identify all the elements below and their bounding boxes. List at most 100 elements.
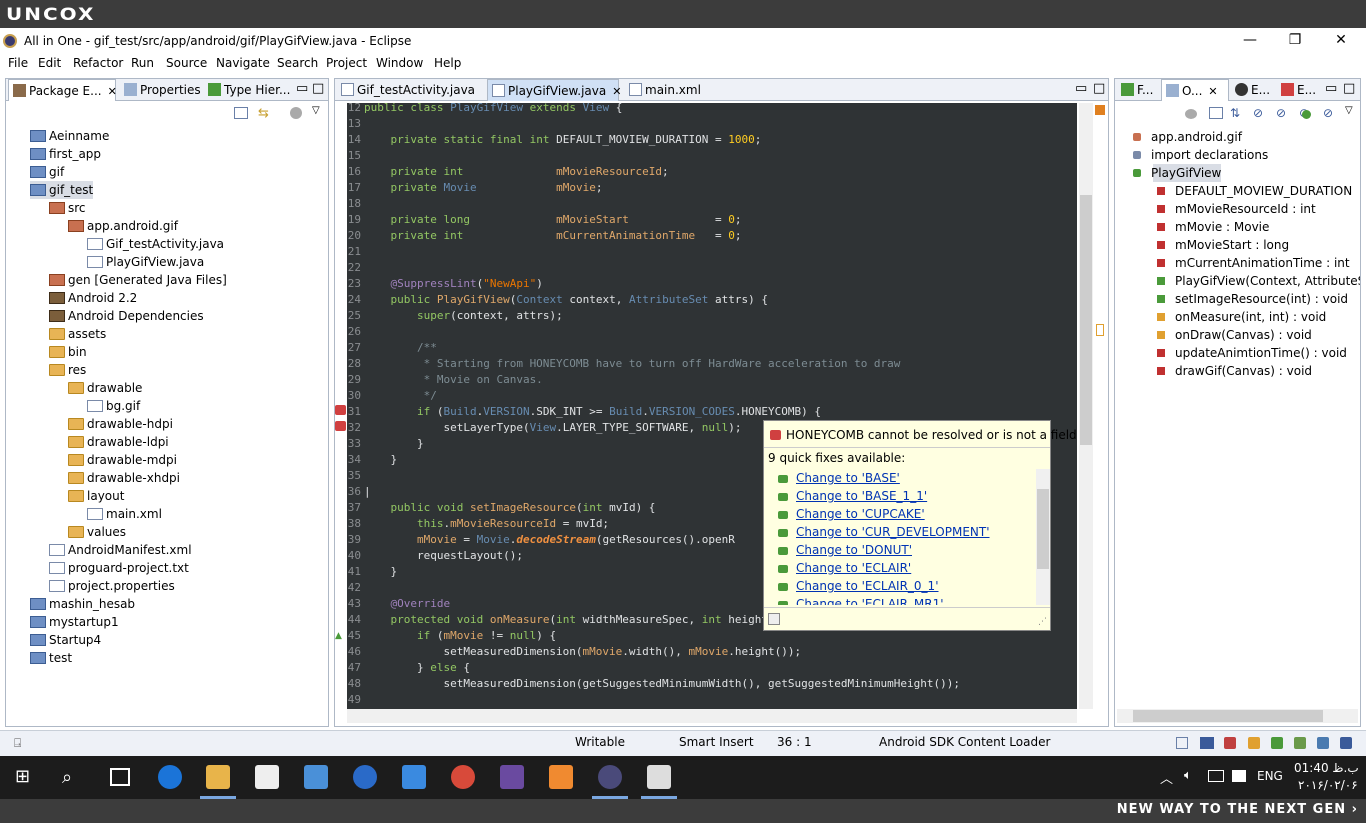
menu-source[interactable]: Source [166,56,207,70]
outline-item[interactable]: onMeasure(int, int) : void [1157,308,1326,326]
code-line[interactable]: } [364,453,397,466]
minimize-view-icon[interactable]: ▭ [296,81,308,96]
tree-item[interactable]: bin [49,343,87,361]
error-marker-icon[interactable] [335,405,346,415]
outline-item[interactable]: mMovieStart : long [1157,236,1289,254]
code-line[interactable]: | [364,485,371,498]
tree-item[interactable]: assets [49,325,106,343]
code-line[interactable]: mMovie = Movie.decodeStream(getResources… [364,533,735,546]
edge-icon[interactable] [158,765,182,789]
tab-f[interactable]: F... [1117,79,1157,101]
close-icon[interactable]: ✕ [1208,85,1217,98]
tab-outline[interactable]: O... ✕ [1161,79,1229,101]
tree-item[interactable]: mystartup1 [30,613,119,631]
outline-item[interactable]: app.android.gif [1133,128,1242,146]
overview-ruler-marker[interactable] [1096,324,1104,336]
outline-item[interactable]: setImageResource(int) : void [1157,290,1348,308]
tree-item[interactable]: project.properties [49,577,175,595]
tree-item[interactable]: proguard-project.txt [49,559,189,577]
tree-item[interactable]: drawable-hdpi [68,415,173,433]
outline-item[interactable]: updateAnimtionTime() : void [1157,344,1347,362]
quick-fix-item[interactable]: Change to 'BASE_1_1' [796,489,927,503]
network-icon[interactable] [1208,770,1224,782]
code-line[interactable]: requestLayout(); [364,549,523,562]
outline-hscrollbar[interactable] [1117,709,1358,723]
code-line[interactable]: this.mMovieResourceId = mvId; [364,517,609,530]
shopping-app-icon[interactable] [549,765,573,789]
outline-item[interactable]: DEFAULT_MOVIEW_DURATION [1157,182,1352,200]
hide-static-icon[interactable]: ⊘ [1276,106,1286,120]
tree-item[interactable]: drawable-ldpi [68,433,169,451]
code-line[interactable]: * Movie on Canvas. [364,373,543,386]
toolbar-icon[interactable] [1340,737,1352,749]
code-line[interactable]: private Movie mMovie; [364,181,603,194]
quick-fix-item[interactable]: Change to 'CUR_DEVELOPMENT' [796,525,990,539]
windows-start-icon[interactable]: ⊞ [15,768,30,786]
tree-item[interactable]: Aeinname [30,127,109,145]
quick-fix-item[interactable]: Change to 'ECLAIR' [796,561,911,575]
code-line[interactable]: private int mMovieResourceId; [364,165,669,178]
menu-window[interactable]: Window [376,56,423,70]
menu-navigate[interactable]: Navigate [216,56,270,70]
scroll-thumb[interactable] [1080,195,1092,445]
code-line[interactable]: } [364,437,424,450]
tab-main-xml[interactable]: main.xml [625,79,713,101]
tree-item[interactable]: gen [Generated Java Files] [49,271,227,289]
fast-view-icon[interactable]: ⍈ [14,736,21,751]
toolbar-icon[interactable] [1248,737,1260,749]
toolbar-icon[interactable] [1294,737,1306,749]
toolbar-icon[interactable] [1224,737,1236,749]
sort-icon[interactable]: ⇅ [1230,106,1240,120]
public-filter-icon[interactable] [1302,110,1311,119]
tab-type-hierarchy[interactable]: Type Hier... [204,79,290,101]
menu-project[interactable]: Project [326,56,367,70]
restore-button[interactable]: ❐ [1287,32,1303,48]
close-icon[interactable]: ✕ [108,85,117,98]
tab-gif-testactivity[interactable]: Gif_testActivity.java [337,79,485,101]
minimize-button[interactable]: — [1242,32,1258,48]
code-line[interactable]: /** [364,341,437,354]
network-app-icon[interactable] [353,765,377,789]
language-indicator[interactable]: ENG [1257,769,1283,783]
menu-file[interactable]: File [8,56,28,70]
tab-properties[interactable]: Properties [120,79,204,101]
editor-hscrollbar[interactable] [347,709,1077,723]
tree-item[interactable]: first_app [30,145,101,163]
collapse-all-icon[interactable] [1209,107,1223,119]
code-line[interactable]: setMeasuredDimension(mMovie.width(), mMo… [364,645,801,658]
store-icon[interactable] [255,765,279,789]
eclipse-taskbar-icon[interactable] [598,765,622,789]
search-icon[interactable]: ⌕ [62,767,72,788]
tree-item[interactable]: mashin_hesab [30,595,135,613]
quick-fix-scrollbar[interactable] [1036,469,1050,605]
resize-grip-icon[interactable]: ⋰ [1038,617,1047,627]
quickfix-preview-icon[interactable] [768,613,780,625]
link-with-editor-icon[interactable]: ⇆ [258,106,269,121]
quick-fix-item[interactable]: Change to 'BASE' [796,471,900,485]
quick-fix-item[interactable]: Change to 'ECLAIR_0_1' [796,579,939,593]
tree-item[interactable]: Startup4 [30,631,101,649]
code-line[interactable]: public PlayGifView(Context context, Attr… [364,293,769,306]
toolbar-icon[interactable] [1176,737,1188,749]
tree-item[interactable]: app.android.gif [68,217,178,235]
menu-search[interactable]: Search [277,56,318,70]
tree-item[interactable]: Android Dependencies [49,307,204,325]
scroll-thumb[interactable] [1037,489,1049,569]
code-line[interactable]: setMeasuredDimension(getSuggestedMinimum… [364,677,960,690]
code-line[interactable]: } [364,565,397,578]
tree-item[interactable]: res [49,361,86,379]
outline-item[interactable]: import declarations [1133,146,1268,164]
outline-item[interactable]: onDraw(Canvas) : void [1157,326,1312,344]
scroll-thumb[interactable] [1133,710,1323,722]
tree-item[interactable]: values [68,523,126,541]
menu-edit[interactable]: Edit [38,56,61,70]
android-sdk-icon[interactable] [1200,737,1214,749]
menu-refactor[interactable]: Refactor [73,56,123,70]
quick-fix-item[interactable]: Change to 'DONUT' [796,543,912,557]
tab-e2[interactable]: E... [1277,79,1321,101]
code-line[interactable]: super(context, attrs); [364,309,563,322]
code-line[interactable]: if (mMovie != null) { [364,629,556,642]
toolbar-icon[interactable] [1317,737,1329,749]
code-line[interactable]: private long mMovieStart = 0; [364,213,742,226]
close-window-button[interactable]: ✕ [1333,32,1349,48]
